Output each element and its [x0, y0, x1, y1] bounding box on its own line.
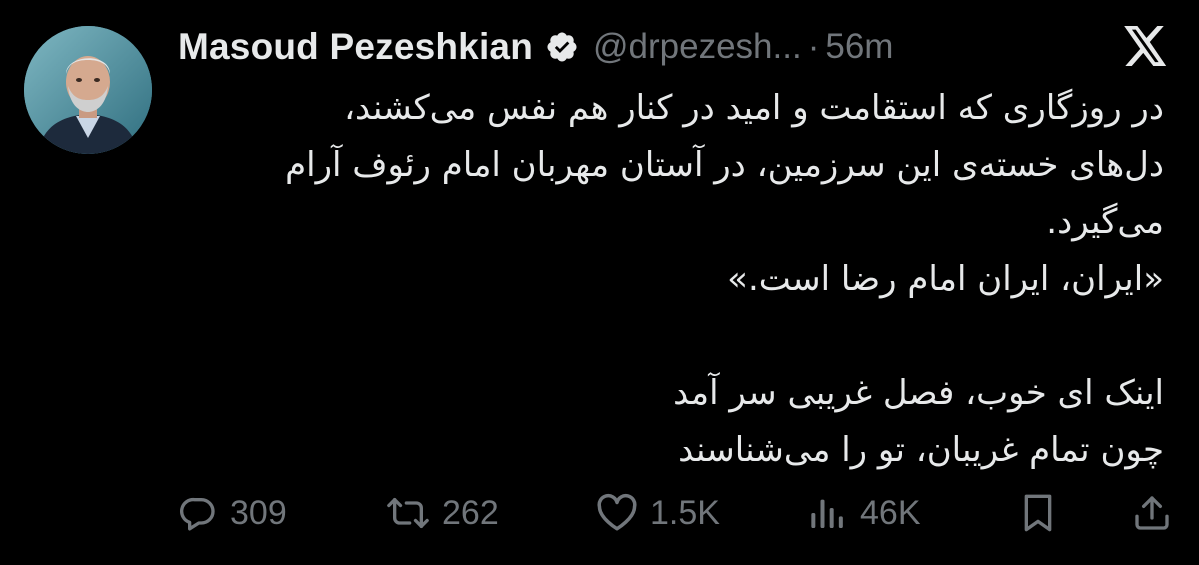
tweet-line: «ایران، ایران امام رضا است.» [727, 259, 1164, 299]
tweet-header: Masoud Pezeshkian @drpezesh... · 56m [178, 22, 893, 72]
verified-badge-icon [547, 32, 577, 62]
tweet-line: اینک ای خوب، فصل غریبی سر آمد [673, 373, 1164, 413]
reply-button[interactable]: 309 [178, 488, 287, 538]
share-icon [1135, 496, 1169, 530]
avatar[interactable] [24, 26, 152, 154]
bookmark-button[interactable] [1020, 488, 1056, 538]
tweet-line: دل‌های خسته‌ی این سرزمین، در آستان مهربا… [285, 145, 1164, 185]
retweet-icon [387, 498, 429, 528]
retweet-count: 262 [442, 493, 499, 532]
tweet-card[interactable]: Masoud Pezeshkian @drpezesh... · 56m در … [0, 0, 1199, 565]
author-name[interactable]: Masoud Pezeshkian [178, 26, 533, 68]
views-count: 46K [860, 493, 921, 532]
author-handle[interactable]: @drpezesh... [593, 27, 802, 67]
x-logo-icon [1124, 26, 1167, 66]
like-button[interactable]: 1.5K [596, 488, 720, 538]
separator-dot: · [807, 27, 820, 66]
views-button[interactable]: 46K [808, 488, 921, 538]
like-count: 1.5K [650, 493, 720, 532]
tweet-line: چون تمام غریبان، تو را می‌شناسند [678, 430, 1164, 470]
tweet-line: در روزگاری که استقامت و امید در کنار هم … [344, 88, 1164, 128]
avatar-photo [24, 26, 152, 154]
heart-icon [597, 493, 637, 531]
tweet-line: می‌گیرد. [1046, 202, 1164, 242]
views-icon [811, 499, 843, 528]
reply-count: 309 [230, 493, 287, 532]
share-button[interactable] [1132, 488, 1172, 538]
tweet-text: در روزگاری که استقامت و امید در کنار هم … [184, 80, 1164, 479]
action-bar: 309 262 1.5K 46K [178, 488, 1178, 538]
retweet-button[interactable]: 262 [386, 488, 499, 538]
tweet-timestamp[interactable]: 56m [825, 27, 893, 67]
reply-icon [180, 497, 215, 531]
bookmark-icon [1024, 494, 1052, 532]
